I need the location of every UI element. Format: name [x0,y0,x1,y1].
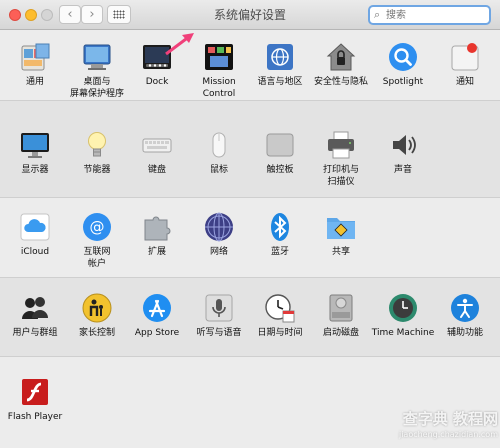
timemachine-icon [387,292,419,324]
flash-icon [19,376,51,408]
datetime-icon [264,292,296,324]
security-icon [325,41,357,73]
pref-pane-label: 共享 [331,247,350,257]
keyboard-icon [141,129,173,161]
trackpad-icon [264,129,296,161]
parental-icon [81,292,113,324]
spotlight-icon [387,41,419,73]
title-bar: ‹ › 系统偏好设置 ⌕ [0,0,500,30]
search-input[interactable] [386,8,486,22]
watermark: 查字典 教程网 jiaocheng.chazidian.com [348,408,498,448]
printers-icon [325,129,357,161]
minimize-window-button[interactable] [25,9,37,21]
search-field[interactable]: ⌕ [368,5,491,25]
pref-pane-accessibility[interactable]: 辅助功能 [429,292,500,339]
sharing-icon [325,211,357,243]
zoom-window-button[interactable] [41,9,53,21]
mouse-icon [203,129,235,161]
forward-button[interactable]: › [81,5,103,24]
svg-text:@: @ [90,218,105,236]
bluetooth-icon [264,211,296,243]
internet-icon: @ [81,211,113,243]
users-icon [19,292,51,324]
watermark-url: jiaocheng.chazidian.com [398,430,498,439]
pref-pane-label: 声音 [393,165,412,175]
watermark-title: 查字典 教程网 [402,410,498,428]
general-icon [19,41,51,73]
grid-icon [113,10,125,19]
mission-icon [203,41,235,73]
notifications-icon [449,41,481,73]
energy-icon [81,129,113,161]
pref-pane-flash[interactable]: Flash Player [0,376,71,423]
close-window-button[interactable] [9,9,21,21]
startup-icon [325,292,357,324]
sound-icon [387,129,419,161]
pref-pane-label: 通知 [455,77,474,87]
displays-icon [19,129,51,161]
icloud-icon [19,211,51,243]
extensions-icon [141,211,173,243]
accessibility-icon [449,292,481,324]
dictation-icon [203,292,235,324]
desktop-icon [81,41,113,73]
pref-pane-label: Flash Player [7,412,63,422]
pref-pane-notifications[interactable]: 通知 [429,41,500,88]
pointer-arrow-annotation [165,33,194,56]
appstore-icon [141,292,173,324]
back-button[interactable]: ‹ [59,5,81,24]
language-icon [264,41,296,73]
pref-pane-sharing[interactable]: 共享 [305,211,377,258]
pref-pane-label: 辅助功能 [446,328,483,338]
window-title: 系统偏好设置 [213,8,286,22]
pref-pane-sound[interactable]: 声音 [367,129,439,176]
network-icon [203,211,235,243]
show-all-button[interactable] [107,5,131,24]
search-icon: ⌕ [374,8,381,21]
